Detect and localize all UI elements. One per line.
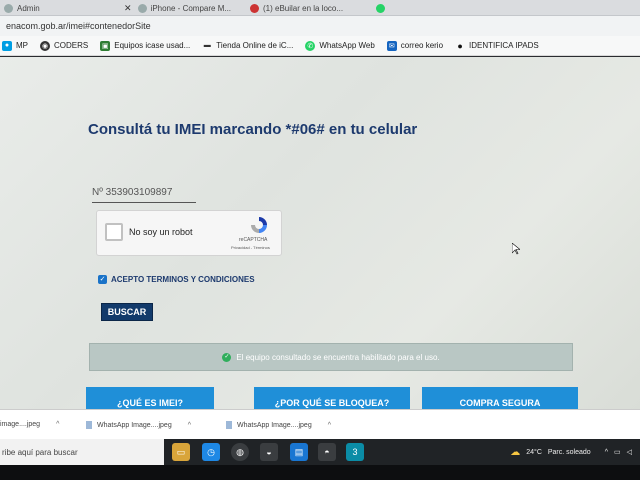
tab-fourth[interactable]: [376, 0, 456, 16]
tab-admin[interactable]: Admin: [4, 0, 104, 16]
bookmark-green-icon: ▣: [100, 40, 111, 51]
tab-third[interactable]: (1) eBuilar en la loco...: [250, 0, 370, 16]
system-tray: ☁ 24°C Parc. soleado ^ ▭ ◁: [504, 439, 632, 465]
chevron-up-icon[interactable]: ^: [56, 421, 59, 428]
search-button[interactable]: BUSCAR: [101, 303, 153, 321]
tab-title: (1) eBuilar en la loco...: [263, 3, 344, 13]
result-message: El equipo consultado se encuentra habili…: [236, 352, 440, 362]
result-banner: ✓ El equipo consultado se encuentra habi…: [89, 343, 573, 371]
why-blocked-button[interactable]: ¿POR QUÉ SE BLOQUEA?: [254, 387, 410, 409]
bookmark-label: correo kerio: [400, 41, 444, 50]
chrome-icon[interactable]: ◍: [231, 443, 249, 461]
youtube-icon: [250, 3, 259, 13]
image-file-icon: [226, 421, 232, 429]
weather-icon: ☁: [510, 446, 521, 458]
favicon-icon: [4, 3, 13, 13]
downloads-bar: image....jpeg ^ WhatsApp Image....jpeg ^…: [0, 409, 640, 439]
monitor-bezel: [0, 465, 640, 480]
checkbox-checked-icon[interactable]: ✓: [98, 275, 107, 284]
temperature: 24°C: [526, 448, 542, 456]
volume-icon[interactable]: ◁: [627, 448, 632, 456]
url-text: enacom.gob.ar/imei#contenedorSite: [6, 21, 151, 31]
tab-title: Admin: [17, 3, 40, 13]
word-icon[interactable]: ▤: [290, 443, 308, 461]
bookmark-identifica[interactable]: ● IDENTIFICA IPADS: [455, 40, 539, 51]
download-item[interactable]: WhatsApp Image....jpeg ^: [226, 421, 331, 429]
download-filename: image....jpeg: [0, 421, 41, 428]
bookmarks-bar: ● MP ◉ CODERS ▣ Equipos icase usad... ▬ …: [0, 36, 640, 56]
bookmark-label: Equipos icase usad...: [114, 41, 191, 50]
bookmark-label: Tienda Online de iC...: [216, 41, 294, 50]
image-file-icon: [86, 421, 92, 429]
apple-icon: [137, 3, 147, 13]
bookmark-label: WhatsApp Web: [319, 41, 375, 50]
bookmark-whatsapp[interactable]: ✆ WhatsApp Web: [305, 40, 375, 51]
app-icon[interactable]: ◒: [260, 443, 278, 461]
taskbar-search-input[interactable]: ribe aquí para buscar: [0, 439, 164, 465]
download-item[interactable]: WhatsApp Image....jpeg ^: [86, 421, 191, 429]
close-icon[interactable]: ✕: [124, 3, 132, 14]
bookmark-label: IDENTIFICA IPADS: [469, 41, 539, 50]
download-filename: WhatsApp Image....jpeg: [237, 421, 312, 429]
calendar-icon[interactable]: ◷: [202, 443, 220, 461]
safe-purchase-button[interactable]: COMPRA SEGURA: [422, 387, 578, 409]
chevron-up-icon[interactable]: ^: [328, 422, 331, 429]
recaptcha-brand: reCAPTCHA: [239, 237, 268, 243]
recaptcha-checkbox[interactable]: [105, 223, 123, 241]
bookmark-equipos[interactable]: ▣ Equipos icase usad...: [100, 40, 191, 51]
mouse-cursor-icon: [512, 243, 520, 255]
page-title: Consultá tu IMEI marcando *#06# en tu ce…: [88, 121, 418, 138]
bookmark-tienda[interactable]: ▬ Tienda Online de iC...: [202, 41, 294, 51]
recaptcha-logo-icon: [251, 217, 267, 233]
tab-iphone[interactable]: ✕ iPhone - Compare M...: [118, 0, 238, 16]
app-icon[interactable]: ◓: [318, 443, 336, 461]
bookmark-mp[interactable]: ● MP: [2, 40, 28, 51]
chevron-up-icon[interactable]: ^: [188, 422, 191, 429]
file-explorer-icon[interactable]: ▭: [172, 443, 190, 461]
taskbar: ribe aquí para buscar ▭ ◷ ◍ ◒ ▤ ◓ 3 ☁ 24…: [0, 439, 640, 465]
apple-icon: ●: [457, 40, 463, 51]
network-icon[interactable]: ▭: [614, 448, 621, 456]
weather-text: Parc. soleado: [547, 448, 591, 456]
bookmark-coders[interactable]: ◉ CODERS: [40, 40, 89, 51]
bookmark-label: CODERS: [54, 41, 89, 50]
what-is-imei-button[interactable]: ¿QUÉ ES IMEI?: [86, 387, 214, 409]
whatsapp-icon: [376, 3, 385, 13]
tab-title: iPhone - Compare M...: [150, 3, 232, 13]
bookmark-correo[interactable]: ✉ correo kerio: [386, 40, 444, 51]
recaptcha-widget: No soy un robot reCAPTCHA Privacidad - T…: [96, 210, 282, 256]
terms-checkbox-row[interactable]: ✓ ACEPTO TERMINOS Y CONDICIONES: [98, 275, 255, 284]
mail-icon: ✉: [386, 40, 397, 51]
bookmark-label: MP: [16, 41, 28, 50]
mercadopago-icon: ●: [2, 40, 12, 51]
recaptcha-label: No soy un robot: [129, 227, 193, 237]
bookmark-dash-icon: ▬: [203, 42, 211, 49]
check-circle-icon: ✓: [222, 352, 232, 362]
address-bar[interactable]: enacom.gob.ar/imei#contenedorSite: [0, 16, 640, 36]
browser-tab-bar: Admin ✕ iPhone - Compare M... (1) eBuila…: [0, 0, 640, 16]
chevron-up-icon[interactable]: ^: [605, 449, 608, 456]
recaptcha-links[interactable]: Privacidad - Términos: [231, 245, 270, 250]
terms-label: ACEPTO TERMINOS Y CONDICIONES: [111, 275, 255, 284]
coders-icon: ◉: [40, 40, 50, 51]
page-content: Consultá tu IMEI marcando *#06# en tu ce…: [0, 57, 640, 409]
download-filename: WhatsApp Image....jpeg: [97, 421, 172, 429]
download-item[interactable]: image....jpeg ^: [0, 421, 59, 428]
whatsapp-icon: ✆: [305, 40, 316, 51]
app-icon[interactable]: 3: [346, 443, 364, 461]
imei-input[interactable]: Nº 353903109897: [92, 187, 196, 203]
